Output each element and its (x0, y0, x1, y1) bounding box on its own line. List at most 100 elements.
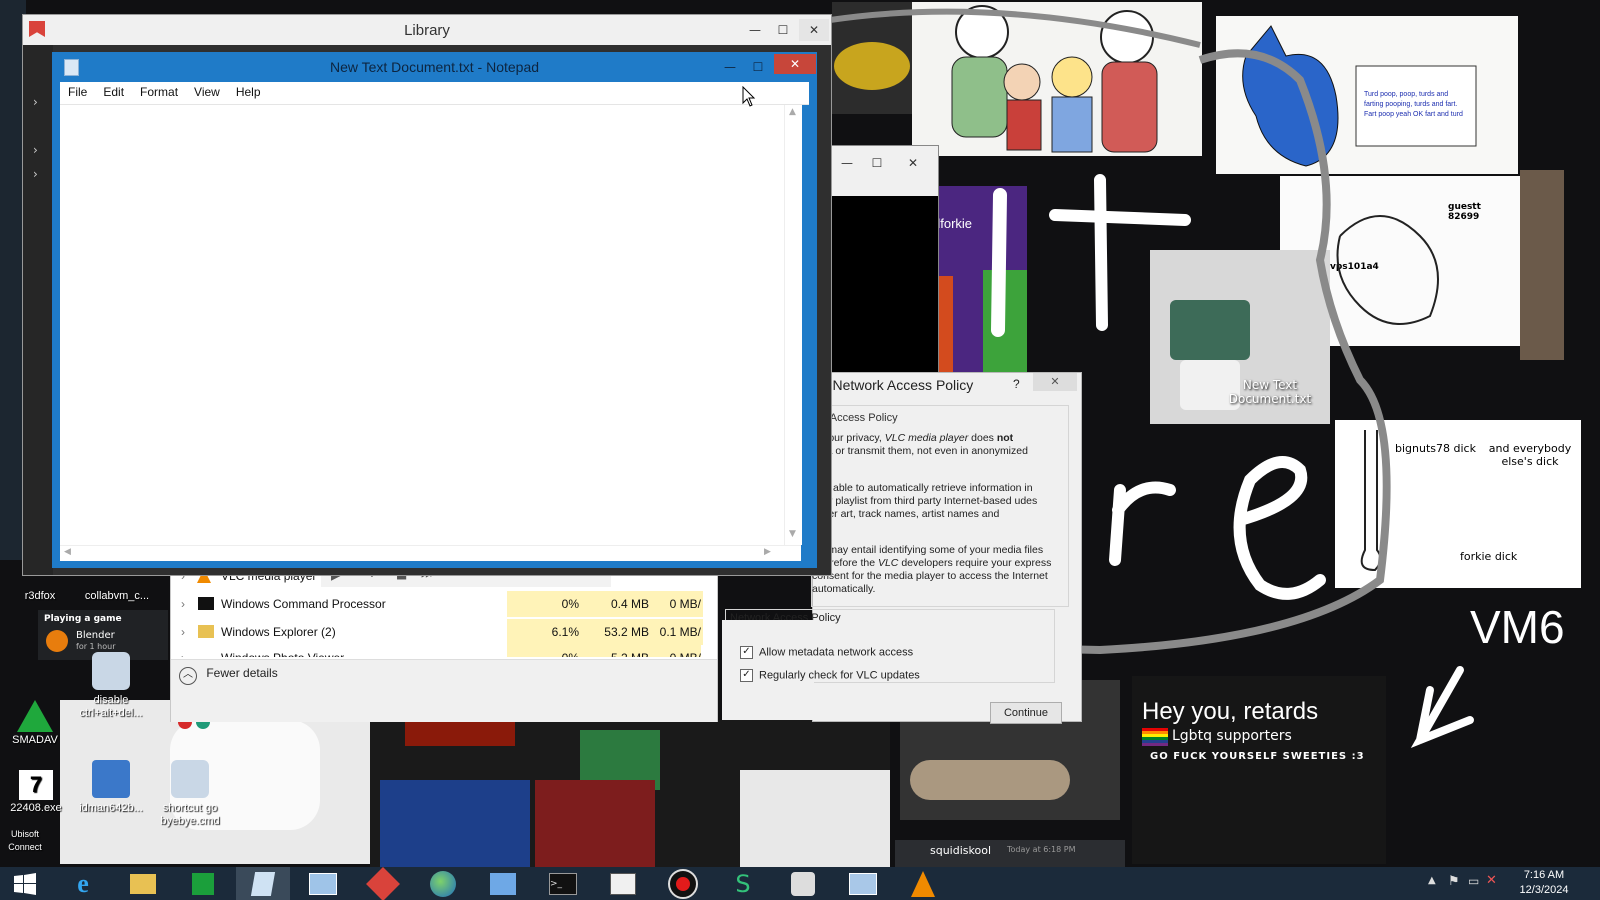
taskbar-app-window[interactable] (596, 867, 650, 900)
desktop-icon-collabvm[interactable]: collabvm_c... (72, 590, 162, 603)
taskbar-network[interactable] (416, 867, 470, 900)
chevron-right-icon[interactable]: › (33, 167, 38, 181)
para3-text: his may entail identifying some of your … (812, 544, 1044, 556)
process-cpu: 6.1% (507, 619, 583, 645)
desktop-icon-label: collabvm_c... (84, 590, 150, 602)
menu-view[interactable]: View (186, 82, 228, 102)
start-button[interactable] (0, 867, 50, 900)
task-manager-footer: ︿ Fewer details (171, 659, 717, 722)
expand-icon[interactable]: › (181, 619, 185, 645)
notepad-icon (250, 871, 276, 896)
desktop-icon-r3dfox[interactable]: r3dfox (10, 590, 70, 603)
chevron-right-icon[interactable]: ▶ (764, 547, 771, 557)
taskbar-r3dfox[interactable] (356, 866, 410, 900)
taskbar-vlc[interactable] (896, 867, 950, 900)
process-row-explorer[interactable]: › Windows Explorer (2) 6.1% 53.2 MB 0.1 … (171, 619, 703, 645)
para1-not: not (996, 432, 1014, 444)
r3dfox-icon (366, 866, 400, 900)
chevron-up-icon: ︿ (179, 667, 197, 685)
close-button[interactable]: ✕ (899, 152, 927, 174)
para1-text: does (968, 432, 997, 444)
process-name: Windows Photo Viewer (221, 645, 344, 657)
taskbar-cmd[interactable]: >_ (536, 867, 590, 900)
playing-label: Playing a game (44, 614, 122, 624)
tray-chevron-icon[interactable]: ▲ (1428, 875, 1436, 886)
desktop-icon-7z[interactable]: 7 22408.exe (6, 770, 66, 815)
taskbar-obs[interactable] (776, 867, 830, 900)
chevron-right-icon[interactable]: › (33, 143, 38, 157)
installer-icon (92, 760, 130, 798)
chevron-left-icon[interactable]: ◀ (64, 547, 71, 557)
menu-help[interactable]: Help (228, 82, 269, 102)
fewer-details-button[interactable]: ︿ Fewer details (179, 666, 278, 686)
close-button[interactable]: ✕ (799, 19, 829, 41)
desktop-icon-label: shortcut go byebye.cmd (160, 802, 220, 827)
menu-file[interactable]: File (60, 82, 95, 102)
notepad-menubar: File Edit Format View Help (60, 82, 809, 105)
network-icon[interactable]: ▭ (1468, 874, 1479, 888)
desktop-icon-idman[interactable]: idman642b... (70, 760, 152, 815)
speaker-muted-icon[interactable]: ✕ (1486, 873, 1497, 888)
blender-label: Blender (76, 630, 115, 641)
expand-icon[interactable]: › (181, 645, 185, 657)
checkbox-checked-icon: ✓ (740, 646, 753, 659)
expand-icon[interactable]: › (181, 591, 185, 617)
chevron-right-icon[interactable]: › (33, 95, 38, 109)
taskbar-notepad[interactable] (236, 867, 290, 900)
process-name: Windows Explorer (2) (221, 625, 336, 639)
task-manager-window: ▶ ⏮ ■ ⏭ › VLC media player › Windows Com… (170, 562, 718, 722)
allow-metadata-checkbox[interactable]: ✓ Allow metadata network access (740, 646, 913, 659)
gear-icon (171, 760, 209, 798)
vertical-scrollbar[interactable]: ▲ ▼ (784, 105, 802, 545)
desktop-icon-disable-ctrl[interactable]: disable ctrl+alt+del... (70, 652, 152, 720)
checkbox-label: Allow metadata network access (759, 646, 914, 659)
process-disk: 0 MB/ (653, 591, 703, 617)
process-row-photo-viewer[interactable]: › Windows Photo Viewer 0% 5.2 MB 0 MB/ (171, 645, 701, 657)
gear-icon (92, 652, 130, 690)
internet-explorer-icon: e (77, 868, 89, 898)
taskbar-store[interactable] (176, 867, 230, 900)
privacy-paragraph: ct your privacy, VLC media player does n… (812, 432, 1062, 458)
maximize-button[interactable]: ☐ (863, 152, 891, 174)
menu-format[interactable]: Format (132, 82, 186, 102)
folder-icon (198, 625, 214, 638)
maximize-button[interactable]: ☐ (744, 56, 772, 78)
minimize-button[interactable]: — (833, 152, 861, 174)
close-button[interactable]: ✕ (1033, 373, 1077, 391)
menu-edit[interactable]: Edit (95, 82, 132, 102)
taskbar-clock[interactable]: 7:16 AM 12/3/2024 (1504, 868, 1584, 900)
taskbar-snake[interactable]: S (716, 867, 770, 900)
close-button[interactable]: ✕ (774, 54, 816, 74)
control-panel-icon (490, 872, 516, 895)
desktop-icon-label: 22408.exe (10, 802, 62, 814)
process-name: Windows Command Processor (221, 597, 386, 611)
horizontal-scrollbar[interactable]: ◀ ▶ (60, 545, 801, 561)
minimize-button[interactable]: — (741, 19, 769, 41)
desktop-icon-shortcut[interactable]: shortcut go byebye.cmd (145, 760, 235, 828)
notepad-text-area[interactable] (60, 105, 784, 545)
task-manager-icon (309, 872, 337, 895)
taskbar-photo-viewer[interactable] (836, 867, 890, 900)
command-prompt-icon: >_ (549, 872, 577, 895)
minimize-button[interactable]: — (716, 56, 744, 78)
taskbar-task-manager[interactable] (296, 867, 350, 900)
taskbar-recorder[interactable] (656, 867, 710, 900)
photo-viewer-icon (849, 872, 877, 895)
dialog-title: nd Network Access Policy (813, 377, 974, 393)
desktop-icon-smadav[interactable]: SMADAV (0, 700, 70, 747)
flag-icon[interactable]: ⚑ (1448, 874, 1460, 889)
process-row-cmd[interactable]: › Windows Command Processor 0% 0.4 MB 0 … (171, 591, 703, 617)
chevron-up-icon[interactable]: ▲ (789, 107, 796, 117)
taskbar-ie[interactable]: e (56, 867, 110, 900)
help-button[interactable]: ? (1013, 377, 1020, 391)
check-updates-checkbox[interactable]: ✓ Regularly check for VLC updates (740, 669, 920, 682)
desktop-icon-label: SMADAV (12, 734, 58, 746)
taskbar-file-explorer[interactable] (116, 867, 170, 900)
7zip-icon: 7 (19, 770, 53, 800)
fewer-details-label: Fewer details (206, 666, 278, 680)
taskbar-control-panel[interactable] (476, 867, 530, 900)
desktop-icon-ubisoft[interactable]: Ubisoft Connect (0, 828, 50, 854)
maximize-button[interactable]: ☐ (769, 19, 797, 41)
continue-button[interactable]: Continue (990, 702, 1062, 724)
chevron-down-icon[interactable]: ▼ (789, 529, 796, 539)
